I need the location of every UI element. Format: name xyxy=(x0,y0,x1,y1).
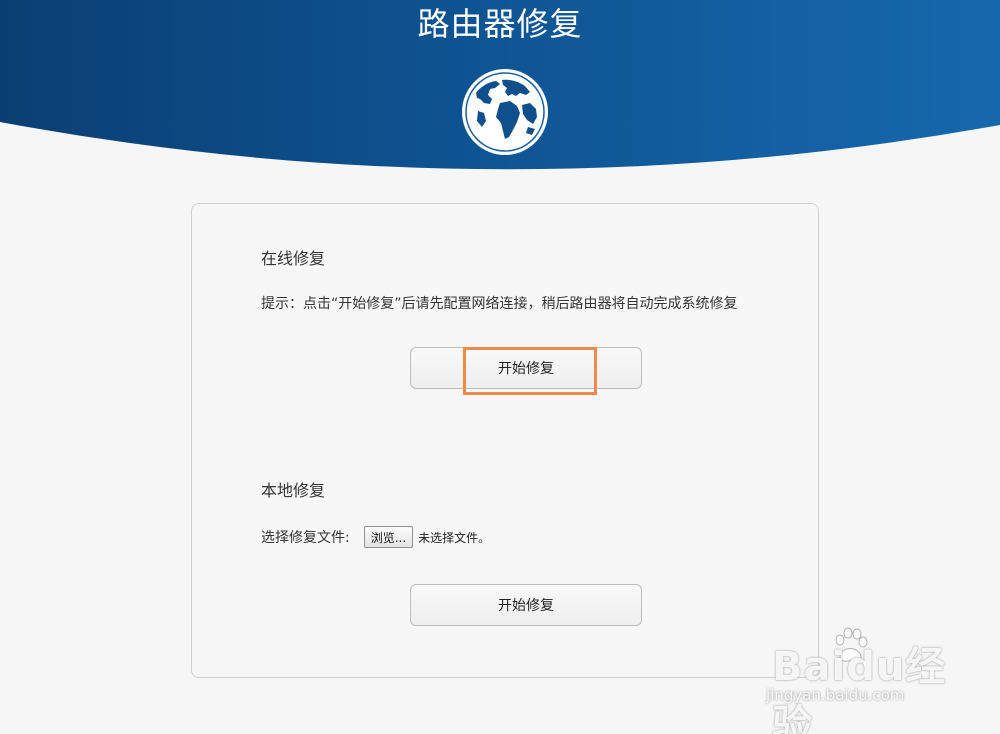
local-start-repair-button[interactable]: 开始修复 xyxy=(410,584,642,626)
page-title: 路由器修复 xyxy=(417,5,583,43)
file-select-row: 选择修复文件: 浏览... 未选择文件。 xyxy=(261,526,490,548)
watermark-brand: Baidu经验 xyxy=(772,644,947,734)
file-select-label: 选择修复文件: xyxy=(261,530,350,546)
online-repair-title: 在线修复 xyxy=(261,249,326,268)
baidu-watermark: Baidu经验 jingyan.baidu.com xyxy=(760,626,950,734)
online-repair-hint: 提示：点击“开始修复”后请先配置网络连接，稍后路由器将自动完成系统修复 xyxy=(261,296,738,312)
globe-icon xyxy=(462,69,548,155)
local-repair-title: 本地修复 xyxy=(261,481,326,500)
browse-button[interactable]: 浏览... xyxy=(363,526,414,548)
no-file-selected-text: 未选择文件。 xyxy=(418,530,491,545)
online-start-repair-button[interactable]: 开始修复 xyxy=(410,347,642,389)
router-repair-page: 路由器修复 在线修复 提示：点击“开始修复”后请先配置网络连接，稍后路由器将自动… xyxy=(0,0,1000,734)
repair-card: 在线修复 提示：点击“开始修复”后请先配置网络连接，稍后路由器将自动完成系统修复… xyxy=(191,203,819,678)
watermark-url: jingyan.baidu.com xyxy=(766,686,905,704)
